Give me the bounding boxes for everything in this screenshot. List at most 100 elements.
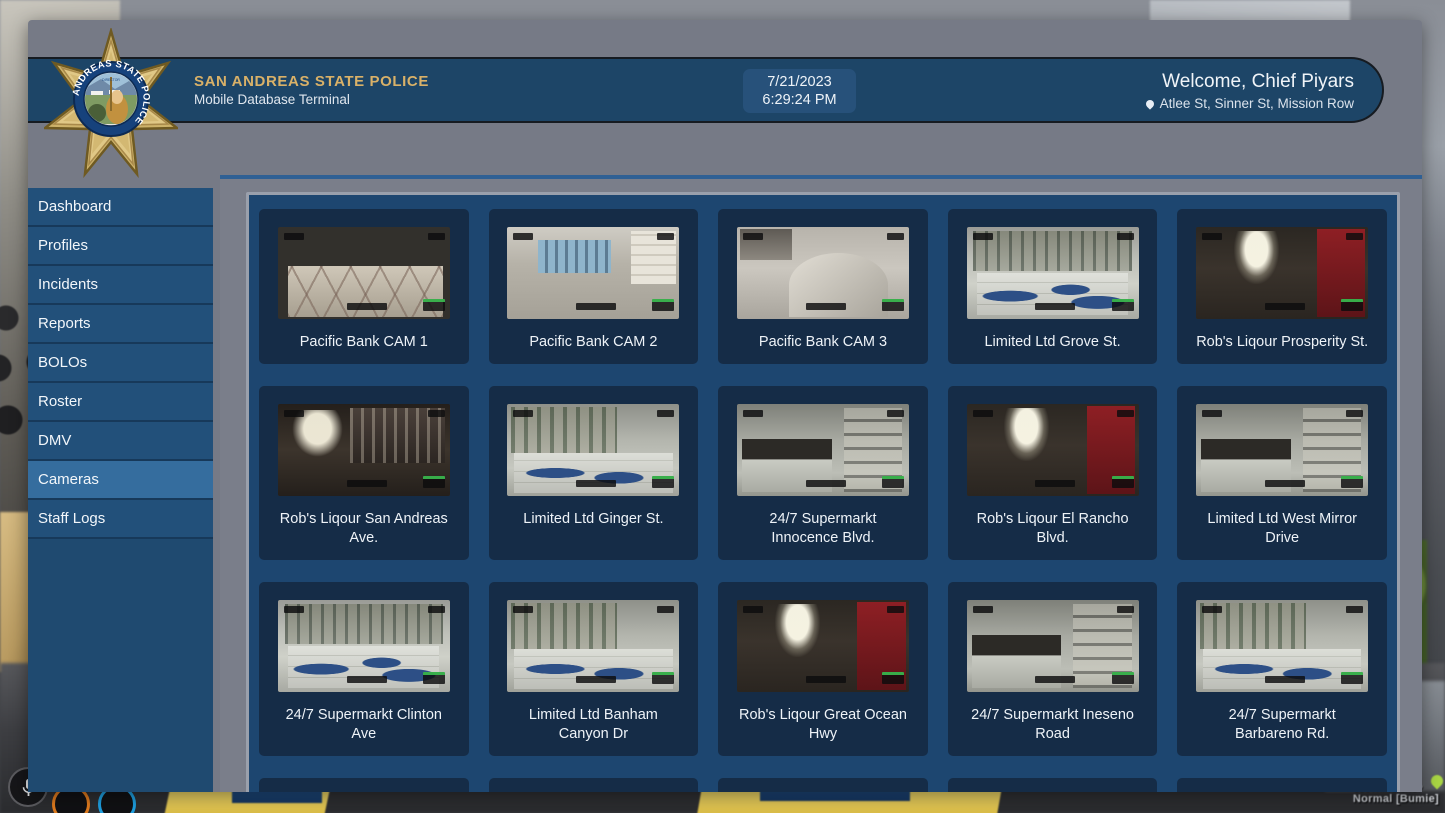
camera-overlay-chip	[513, 233, 534, 240]
camera-thumbnail	[1196, 227, 1369, 319]
camera-label: Rob's Liqour El Rancho Blvd.	[976, 511, 1129, 546]
camera-label: Pacific Bank CAM 3	[758, 334, 888, 350]
camera-overlay-chip	[1341, 476, 1364, 488]
camera-card[interactable]: Rob's Liqour San Andreas Ave.	[259, 386, 469, 560]
sidebar-item-label: BOLOs	[38, 354, 88, 371]
camera-overlay-chip	[1346, 233, 1364, 240]
sidebar-item-profiles[interactable]: Profiles	[28, 227, 213, 266]
camera-thumbnail	[507, 600, 680, 692]
camera-thumbnail	[736, 404, 909, 496]
badge-seal-label: DIRECTOR	[102, 78, 120, 82]
camera-overlay-chip	[742, 606, 763, 613]
welcome-text: Welcome, Chief Piyars	[1162, 71, 1354, 92]
mdt-window: SAN ANDREAS STATE POLICE Mobile Database…	[28, 20, 1422, 792]
camera-card[interactable]: Pacific Bank CAM 2	[488, 209, 699, 364]
camera-card[interactable]: 24/7 Supermarkt Ineseno Road	[947, 582, 1158, 756]
camera-thumbnail	[1196, 600, 1369, 692]
camera-thumbnail	[507, 227, 680, 319]
camera-overlay-chip	[427, 606, 445, 613]
camera-card[interactable]: Rob's Liqour El Rancho Blvd.	[947, 386, 1158, 560]
sidebar-item-label: Dashboard	[38, 198, 112, 215]
camera-thumbnail	[1196, 404, 1369, 496]
camera-overlay-chip	[652, 476, 675, 488]
camera-card[interactable]	[1177, 778, 1387, 792]
camera-overlay-chip	[283, 410, 304, 417]
camera-overlay-chip	[886, 233, 904, 240]
game-hud-status-text: Normal [Bumie]	[1352, 793, 1439, 805]
camera-overlay-chip	[422, 672, 445, 684]
camera-overlay-chip	[346, 676, 387, 683]
camera-overlay-chip	[576, 480, 617, 487]
camera-card[interactable]	[488, 778, 699, 792]
camera-card[interactable]	[718, 778, 928, 792]
camera-overlay-chip	[1346, 606, 1364, 613]
user-location: Atlee St, Sinner St, Mission Row	[1144, 94, 1354, 113]
camera-thumbnail	[736, 600, 909, 692]
camera-overlay-chip	[972, 233, 993, 240]
camera-overlay-chip	[283, 233, 304, 240]
camera-thumbnail	[507, 404, 680, 496]
sidebar-item-cameras[interactable]: Cameras	[28, 461, 213, 500]
camera-label: Limited Ltd Grove St.	[984, 334, 1121, 350]
camera-overlay-chip	[1035, 303, 1076, 310]
camera-overlay-chip	[972, 606, 993, 613]
camera-card[interactable]: Pacific Bank CAM 3	[718, 209, 928, 364]
camera-card[interactable]: Rob's Liqour Prosperity St.	[1177, 209, 1387, 364]
camera-label: Pacific Bank CAM 2	[529, 334, 658, 350]
camera-overlay-chip	[886, 410, 904, 417]
sidebar-item-label: Staff Logs	[38, 510, 106, 527]
camera-card[interactable]	[259, 778, 469, 792]
camera-label: Limited Ltd Ginger St.	[523, 511, 664, 527]
camera-label: 24/7 Supermarkt Ineseno Road	[971, 707, 1134, 742]
camera-overlay-chip	[1202, 233, 1223, 240]
sidebar-item-label: DMV	[38, 432, 72, 449]
camera-overlay-chip	[1264, 303, 1305, 310]
camera-overlay-chip	[422, 299, 445, 311]
sidebar-item-bolos[interactable]: BOLOs	[28, 344, 213, 383]
camera-overlay-chip	[1111, 299, 1134, 311]
camera-overlay-chip	[1346, 410, 1364, 417]
sidebar-item-roster[interactable]: Roster	[28, 383, 213, 422]
sidebar-item-dashboard[interactable]: Dashboard	[28, 188, 213, 227]
sidebar-item-staff-logs[interactable]: Staff Logs	[28, 500, 213, 539]
map-pin-icon	[1144, 97, 1156, 110]
camera-thumbnail	[966, 600, 1139, 692]
camera-overlay-chip	[1341, 299, 1364, 311]
camera-overlay-chip	[576, 303, 617, 310]
camera-label: Rob's Liqour Great Ocean Hwy	[738, 707, 907, 742]
camera-label: Limited Ltd Banham Canyon Dr	[528, 707, 658, 742]
camera-overlay-chip	[742, 233, 763, 240]
camera-card[interactable]: 24/7 Supermarkt Innocence Blvd.	[718, 386, 928, 560]
camera-card[interactable]: Limited Ltd Ginger St.	[488, 386, 699, 560]
camera-card[interactable]	[947, 778, 1158, 792]
datetime-badge: 7/21/2023 6:29:24 PM	[743, 69, 856, 113]
camera-overlay-chip	[881, 672, 904, 684]
camera-overlay-chip	[1264, 480, 1305, 487]
sidebar-item-reports[interactable]: Reports	[28, 305, 213, 344]
camera-card[interactable]: Limited Ltd West Mirror Drive	[1177, 386, 1387, 560]
camera-overlay-chip	[805, 303, 846, 310]
header-date: 7/21/2023	[767, 74, 832, 90]
sidebar-item-label: Incidents	[38, 276, 99, 293]
cameras-panel: Pacific Bank CAM 1 Pacific Bank CAM 2 Paci…	[246, 192, 1400, 792]
camera-card[interactable]: 24/7 Supermarkt Barbareno Rd.	[1177, 582, 1387, 756]
sidebar-item-dmv[interactable]: DMV	[28, 422, 213, 461]
app-header: SAN ANDREAS STATE POLICE Mobile Database…	[28, 57, 1384, 123]
camera-overlay-chip	[513, 410, 534, 417]
camera-overlay-chip	[886, 606, 904, 613]
app-body: Dashboard Profiles Incidents Reports BOL…	[28, 175, 1422, 792]
camera-overlay-chip	[805, 480, 846, 487]
camera-card[interactable]: Limited Ltd Grove St.	[947, 209, 1158, 364]
camera-overlay-chip	[657, 606, 675, 613]
camera-overlay-chip	[1116, 410, 1134, 417]
camera-card[interactable]: Rob's Liqour Great Ocean Hwy	[718, 582, 928, 756]
camera-thumbnail	[736, 227, 909, 319]
camera-overlay-chip	[427, 233, 445, 240]
brand-title: SAN ANDREAS STATE POLICE	[194, 72, 429, 90]
sidebar-item-incidents[interactable]: Incidents	[28, 266, 213, 305]
camera-overlay-chip	[1116, 233, 1134, 240]
camera-card[interactable]: 24/7 Supermarkt Clinton Ave	[259, 582, 469, 756]
camera-card[interactable]: Pacific Bank CAM 1	[259, 209, 469, 364]
user-location-label: Atlee St, Sinner St, Mission Row	[1159, 96, 1354, 111]
camera-card[interactable]: Limited Ltd Banham Canyon Dr	[488, 582, 699, 756]
